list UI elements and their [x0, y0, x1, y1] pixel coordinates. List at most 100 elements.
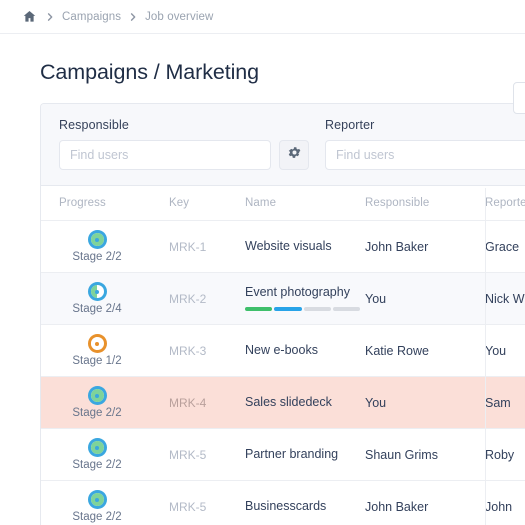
breadcrumb-item-campaigns[interactable]: Campaigns — [62, 11, 121, 23]
stage-indicator: Stage 2/2 — [59, 386, 125, 419]
filter-panel: Responsible Reporter — [41, 104, 525, 186]
stage-label: Stage 2/2 — [72, 251, 121, 263]
stage-ring-icon — [88, 438, 107, 457]
cell-responsible: You — [365, 273, 485, 325]
cell-name[interactable]: New e-books — [245, 325, 365, 377]
stage-label: Stage 1/2 — [72, 355, 121, 367]
cell-responsible: John Baker — [365, 221, 485, 273]
cell-name[interactable]: Businesscards — [245, 481, 365, 525]
chevron-right-icon — [124, 8, 142, 26]
cell-progress: Stage 2/2 — [41, 429, 169, 481]
cell-progress: Stage 1/2 — [41, 325, 169, 377]
job-key[interactable]: MRK-1 — [169, 240, 206, 254]
stage-ring-icon — [88, 282, 107, 301]
stage-ring-icon — [88, 386, 107, 405]
job-name-wrap: Event photography — [245, 273, 365, 324]
page-content: Campaigns / Marketing Responsible — [0, 34, 525, 525]
column-header-reporter[interactable]: Reporter — [485, 186, 525, 221]
filter-settings-button[interactable] — [279, 140, 309, 170]
stage-ring-icon — [88, 334, 107, 353]
job-key[interactable]: MRK-2 — [169, 292, 206, 306]
job-name[interactable]: Sales slidedeck — [245, 396, 365, 409]
table-row[interactable]: Stage 2/2 MRK-5 BusinesscardsJohn BakerJoh… — [41, 481, 525, 525]
job-key[interactable]: MRK-5 — [169, 448, 206, 462]
job-name-wrap: Website visuals — [245, 221, 365, 272]
stage-label: Stage 2/2 — [72, 511, 121, 523]
cell-reporter: John — [485, 481, 525, 525]
toolbar-control[interactable] — [513, 82, 525, 114]
filter-reporter: Reporter — [325, 118, 525, 170]
table-row[interactable]: Stage 2/2 MRK-1 Website visualsJohn BakerG… — [41, 221, 525, 273]
job-key[interactable]: MRK-3 — [169, 344, 206, 358]
stage-indicator: Stage 1/2 — [59, 334, 125, 367]
job-name[interactable]: Website visuals — [245, 240, 365, 253]
cell-key[interactable]: MRK-5 — [169, 481, 245, 525]
filter-responsible-label: Responsible — [59, 118, 271, 132]
cell-reporter: You — [485, 325, 525, 377]
stage-ring-icon — [88, 230, 107, 249]
cell-responsible: Katie Rowe — [365, 325, 485, 377]
page-title: Campaigns / Marketing — [20, 34, 525, 103]
progress-segment — [274, 307, 301, 311]
cell-progress: Stage 2/2 — [41, 221, 169, 273]
cell-name[interactable]: Partner branding — [245, 429, 365, 481]
jobs-table: Progress Key Name Responsible Reporter S… — [41, 186, 525, 525]
table-row[interactable]: Stage 2/2 MRK-4 Sales slidedeckYouSam — [41, 377, 525, 429]
cell-reporter: Roby — [485, 429, 525, 481]
cell-reporter: Grace — [485, 221, 525, 273]
cell-progress: Stage 2/2 — [41, 481, 169, 525]
stage-ring-icon — [88, 490, 107, 509]
table-row[interactable]: Stage 2/4 MRK-2 Event photographyYouNick W — [41, 273, 525, 325]
responsible-search-input[interactable] — [59, 140, 271, 170]
cell-key[interactable]: MRK-5 — [169, 429, 245, 481]
cell-key[interactable]: MRK-3 — [169, 325, 245, 377]
cell-reporter: Sam — [485, 377, 525, 429]
job-name[interactable]: Businesscards — [245, 500, 365, 513]
stage-indicator: Stage 2/2 — [59, 490, 125, 523]
chevron-right-icon — [41, 8, 59, 26]
progress-segment — [304, 307, 331, 311]
cell-name[interactable]: Sales slidedeck — [245, 377, 365, 429]
cell-reporter: Nick W — [485, 273, 525, 325]
cell-name[interactable]: Event photography — [245, 273, 365, 325]
jobs-table-head: Progress Key Name Responsible Reporter — [41, 186, 525, 221]
gear-icon — [287, 145, 302, 165]
cell-progress: Stage 2/4 — [41, 273, 169, 325]
cell-key[interactable]: MRK-1 — [169, 221, 245, 273]
column-header-key[interactable]: Key — [169, 186, 245, 221]
stage-indicator: Stage 2/4 — [59, 282, 125, 315]
job-name-wrap: Businesscards — [245, 481, 365, 525]
cell-progress: Stage 2/2 — [41, 377, 169, 429]
cell-key[interactable]: MRK-2 — [169, 273, 245, 325]
reporter-search-input[interactable] — [325, 140, 525, 170]
breadcrumb-item-job-overview[interactable]: Job overview — [145, 11, 213, 23]
table-row[interactable]: Stage 1/2 MRK-3 New e-booksKatie RoweYou — [41, 325, 525, 377]
jobs-table-body: Stage 2/2MRK-1Website visualsJohn BakerG… — [41, 221, 525, 525]
job-name-wrap: Sales slidedeck — [245, 377, 365, 428]
stage-label: Stage 2/2 — [72, 407, 121, 419]
filter-reporter-label: Reporter — [325, 118, 525, 132]
cell-responsible: John Baker — [365, 481, 485, 525]
jobs-card: Responsible Reporter — [40, 103, 525, 525]
job-name[interactable]: Event photography — [245, 286, 365, 299]
column-divider — [485, 188, 486, 525]
cell-responsible: You — [365, 377, 485, 429]
table-row[interactable]: Stage 2/2 MRK-5 Partner brandingShaun Grim… — [41, 429, 525, 481]
cell-name[interactable]: Website visuals — [245, 221, 365, 273]
cell-responsible: Shaun Grims — [365, 429, 485, 481]
breadcrumb: Campaigns Job overview — [0, 0, 525, 34]
job-key[interactable]: MRK-4 — [169, 396, 206, 410]
column-header-name[interactable]: Name — [245, 186, 365, 221]
column-header-progress[interactable]: Progress — [41, 186, 169, 221]
cell-key[interactable]: MRK-4 — [169, 377, 245, 429]
progress-segment — [333, 307, 360, 311]
column-header-responsible[interactable]: Responsible — [365, 186, 485, 221]
stage-label: Stage 2/4 — [72, 303, 121, 315]
job-name[interactable]: New e-books — [245, 344, 365, 357]
job-name[interactable]: Partner branding — [245, 448, 365, 461]
stage-label: Stage 2/2 — [72, 459, 121, 471]
job-key[interactable]: MRK-5 — [169, 500, 206, 514]
progress-segment — [245, 307, 272, 311]
home-icon[interactable] — [20, 8, 38, 26]
table-header-row: Progress Key Name Responsible Reporter — [41, 186, 525, 221]
